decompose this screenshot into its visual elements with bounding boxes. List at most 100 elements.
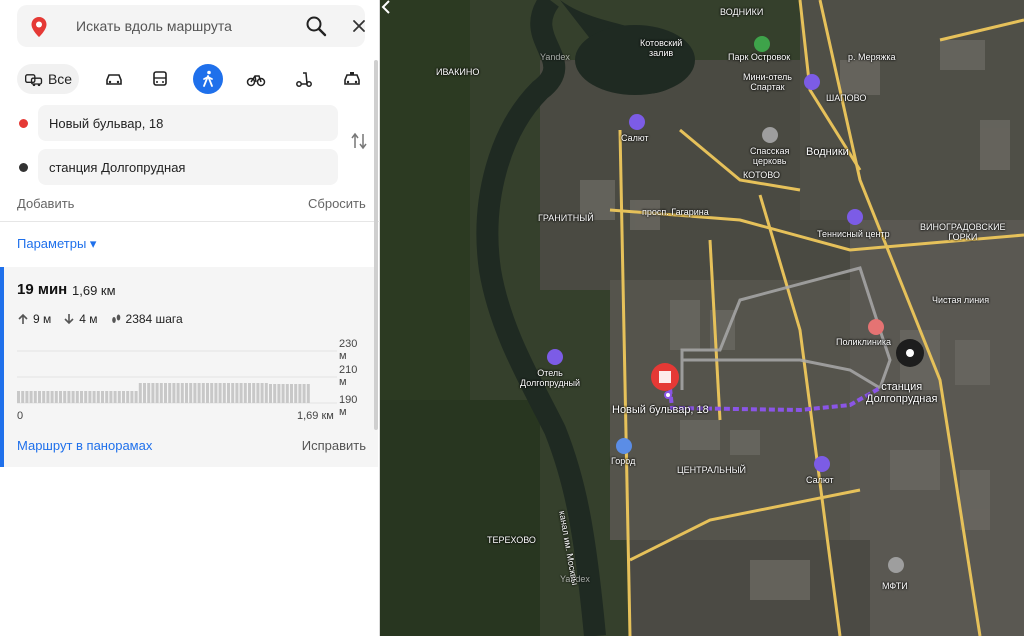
elevation-bar xyxy=(84,391,88,403)
route-card[interactable]: 19 мин 1,69 км 9 м 4 м 2384 шага 230 м 2… xyxy=(0,267,378,467)
mode-bus-button[interactable] xyxy=(145,64,175,94)
map-label: ГРАНИТНЫЙ xyxy=(538,213,594,223)
map-label: Теннисный центр xyxy=(817,229,890,239)
route-panel: Искать вдоль маршрута Все Новый бульвар,… xyxy=(0,0,380,636)
to-field[interactable]: станция Долгопрудная xyxy=(38,149,338,185)
mode-all-button[interactable]: Все xyxy=(17,64,79,94)
elevation-bar xyxy=(75,391,79,403)
map-watermark: Yandex xyxy=(540,52,570,62)
map-label: ШАПОВО xyxy=(826,93,867,103)
reset-button[interactable]: Сбросить xyxy=(308,196,366,211)
elevation-bar xyxy=(122,391,125,403)
elevation-bar xyxy=(25,391,29,403)
map-label: Отель Долгопрудный xyxy=(520,368,581,388)
swap-arrows-icon[interactable] xyxy=(350,131,368,151)
map-label-start: Новый бульвар, 18 xyxy=(612,404,709,416)
elevation-bar xyxy=(105,391,109,403)
mode-pedestrian-button[interactable] xyxy=(193,64,223,94)
pedestrian-icon xyxy=(203,70,213,87)
footsteps-icon xyxy=(111,314,120,323)
elevation-bar xyxy=(80,391,83,403)
elevation-bar xyxy=(201,383,205,403)
elevation-bar xyxy=(88,391,92,403)
elevation-bar xyxy=(197,383,201,403)
car-icon xyxy=(106,74,122,85)
map-view[interactable]: ВОДНИКИ Котовский залив Парк Островок р.… xyxy=(380,0,1024,636)
elevation-bar xyxy=(277,384,281,403)
elevation-label-mid: 210 м xyxy=(339,364,358,388)
elevation-bar xyxy=(109,391,113,403)
elevation-bar xyxy=(33,391,37,403)
elevation-bar xyxy=(290,384,293,403)
mode-bicycle-button[interactable] xyxy=(241,64,271,94)
transport-mode-selector: Все xyxy=(17,64,367,94)
elevation-bar xyxy=(17,391,20,403)
panorama-route-link[interactable]: Маршрут в панорамах xyxy=(17,438,152,453)
elevation-bar xyxy=(294,384,298,403)
elevation-bar xyxy=(164,383,167,403)
elevation-chart xyxy=(17,350,337,404)
elevation-bar xyxy=(113,391,117,403)
route-point-to: станция Долгопрудная xyxy=(17,149,339,185)
elevation-bar xyxy=(210,383,214,403)
elevation-bar xyxy=(285,384,289,403)
map-label: МФТИ xyxy=(882,581,908,591)
end-dot-icon xyxy=(19,163,28,172)
map-canvas xyxy=(380,0,1024,636)
add-point-button[interactable]: Добавить xyxy=(17,196,74,211)
search-input[interactable]: Искать вдоль маршрута xyxy=(76,18,232,34)
close-icon[interactable] xyxy=(349,16,369,36)
bus-icon xyxy=(153,71,167,86)
search-icon[interactable] xyxy=(305,15,327,37)
map-label: Котовский залив xyxy=(640,38,683,58)
parameters-dropdown[interactable]: Параметры ▾ xyxy=(17,236,96,252)
elevation-bar xyxy=(134,391,138,403)
arrow-up-icon xyxy=(18,313,28,324)
elevation-bar xyxy=(176,383,180,403)
fix-route-link[interactable]: Исправить xyxy=(302,438,366,453)
elevation-bar xyxy=(235,383,239,403)
elevation-label-top: 230 м xyxy=(339,338,358,362)
collapse-panel-icon[interactable] xyxy=(380,0,392,14)
elevation-bar xyxy=(185,383,188,403)
elevation-bar xyxy=(248,383,251,403)
elevation-bar xyxy=(227,383,230,403)
elevation-bar xyxy=(71,391,75,403)
divider xyxy=(0,221,380,222)
elevation-bar xyxy=(130,391,134,403)
map-label: ВИНОГРАДОВСКИЕ ГОРКИ xyxy=(920,222,1006,242)
elevation-bar xyxy=(239,383,243,403)
route-search-bar[interactable]: Искать вдоль маршрута xyxy=(17,5,365,47)
map-label: Водники xyxy=(806,146,849,158)
descent-value: 4 м xyxy=(79,312,98,326)
ascent-value: 9 м xyxy=(33,312,52,326)
map-label: КОТОВО xyxy=(743,170,780,180)
elevation-bar xyxy=(231,383,235,403)
elevation-bar xyxy=(168,383,172,403)
elevation-bar xyxy=(256,383,260,403)
map-label: ИВАКИНО xyxy=(436,67,480,77)
map-label: ЦЕНТРАЛЬНЫЙ xyxy=(677,465,747,475)
elevation-bar xyxy=(126,391,130,403)
elevation-bar xyxy=(298,384,302,403)
elevation-profile: 230 м 210 м 190 м 0 1,69 км xyxy=(17,338,362,425)
from-field[interactable]: Новый бульвар, 18 xyxy=(38,105,338,141)
map-label: Город xyxy=(611,456,636,466)
elevation-x-end: 1,69 км xyxy=(297,410,334,422)
steps-value: 2384 шага xyxy=(125,312,183,326)
end-marker[interactable] xyxy=(896,339,924,367)
elevation-bar xyxy=(138,383,142,403)
elevation-bar xyxy=(222,383,226,403)
route-stats: 9 м 4 м 2384 шага xyxy=(17,311,195,327)
mode-scooter-button[interactable] xyxy=(289,64,319,94)
elevation-bar xyxy=(143,383,146,403)
elevation-bar xyxy=(260,383,264,403)
map-label: Парк Островок xyxy=(728,52,791,62)
map-label: Салют xyxy=(806,475,834,485)
bicycle-icon xyxy=(246,75,266,87)
mode-car-button[interactable] xyxy=(99,64,129,94)
elevation-bar xyxy=(269,384,272,403)
map-label: р. Меряжка xyxy=(848,52,896,62)
scrollbar[interactable] xyxy=(374,60,378,430)
mode-taxi-button[interactable] xyxy=(337,64,367,94)
